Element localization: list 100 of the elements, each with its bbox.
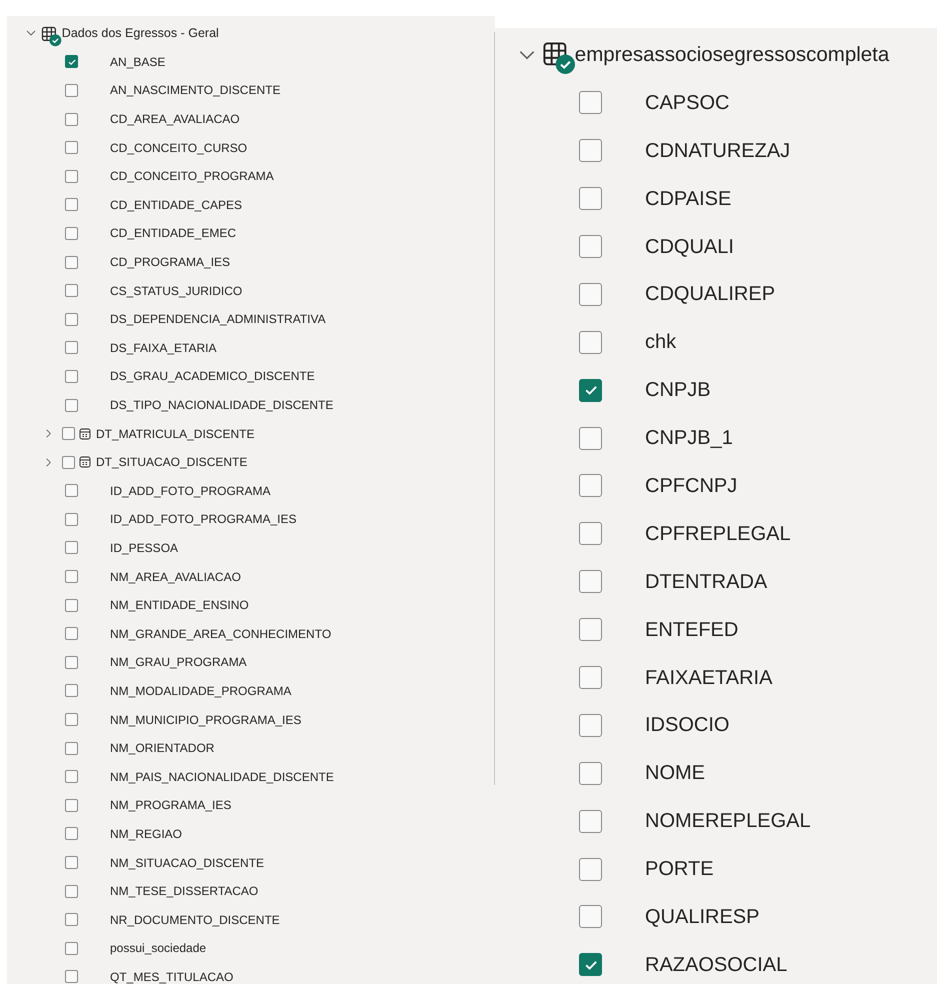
field-name[interactable]: CDQUALI	[602, 232, 734, 262]
checkbox[interactable]	[579, 474, 602, 498]
checkbox[interactable]	[62, 456, 75, 469]
field-name[interactable]: CD_ENTIDADE_CAPES	[78, 196, 242, 214]
field-name[interactable]: RAZAOSOCIAL	[602, 950, 788, 980]
checkbox[interactable]	[65, 627, 78, 640]
checkbox[interactable]	[65, 341, 78, 354]
checkbox[interactable]	[579, 714, 602, 737]
field-name[interactable]: CDPAISE	[602, 184, 732, 214]
checkbox[interactable]	[579, 378, 602, 402]
field-name[interactable]: NM_ORIENTADOR	[78, 739, 214, 758]
checkbox[interactable]	[65, 770, 78, 784]
checkbox[interactable]	[65, 256, 78, 269]
field-name[interactable]: ID_ADD_FOTO_PROGRAMA	[78, 482, 270, 500]
field-name[interactable]: CD_CONCEITO_PROGRAMA	[78, 167, 274, 186]
field-name[interactable]: CNPJB	[602, 375, 711, 406]
checkbox[interactable]	[579, 570, 602, 594]
field-name[interactable]: CD_CONCEITO_CURSO	[78, 138, 248, 157]
field-name[interactable]: NM_REGIAO	[78, 824, 182, 843]
field-name[interactable]: CDNATUREZAJ	[602, 136, 790, 166]
field-name[interactable]: NM_ENTIDADE_ENSINO	[78, 596, 249, 614]
checkbox[interactable]	[65, 512, 78, 526]
checkbox[interactable]	[65, 684, 78, 698]
checkbox[interactable]	[579, 91, 602, 114]
checkbox[interactable]	[65, 198, 78, 212]
field-name[interactable]: ID_ADD_FOTO_PROGRAMA_IES	[78, 510, 296, 528]
field-name[interactable]: QUALIRESP	[602, 902, 760, 932]
field-name[interactable]: CS_STATUS_JURIDICO	[78, 282, 242, 300]
checkbox[interactable]	[62, 427, 75, 440]
field-name[interactable]: ID_PESSOA	[78, 538, 178, 557]
checkbox[interactable]	[579, 618, 602, 642]
field-name[interactable]: NM_PROGRAMA_IES	[78, 796, 232, 814]
field-name[interactable]: ENTEFED	[602, 614, 738, 645]
field-name[interactable]: NM_MUNICIPIO_PROGRAMA_IES	[78, 710, 302, 729]
field-name[interactable]: AN_BASE	[78, 52, 166, 71]
checkbox[interactable]	[65, 170, 78, 183]
checkbox[interactable]	[579, 187, 602, 210]
table-name[interactable]: Dados dos Egressos - Geral	[62, 24, 219, 43]
table-name[interactable]: empresassociosegressoscompleta	[574, 40, 890, 70]
field-name[interactable]: DS_DEPENDENCIA_ADMINISTRATIVA	[78, 310, 326, 328]
field-name[interactable]: NM_SITUACAO_DISCENTE	[78, 854, 264, 872]
checkbox[interactable]	[579, 522, 602, 546]
checkbox[interactable]	[65, 226, 78, 240]
checkbox[interactable]	[65, 598, 78, 612]
checkbox[interactable]	[65, 970, 78, 984]
checkbox[interactable]	[65, 398, 78, 412]
checkbox[interactable]	[65, 713, 78, 726]
checkbox[interactable]	[579, 953, 602, 976]
checkbox[interactable]	[65, 370, 78, 383]
checkbox[interactable]	[65, 656, 78, 669]
field-name[interactable]: DS_TIPO_NACIONALIDADE_DISCENTE	[78, 396, 334, 414]
field-name[interactable]: CD_PROGRAMA_IES	[78, 253, 230, 272]
field-name[interactable]: CD_ENTIDADE_EMEC	[78, 224, 236, 242]
field-name[interactable]: DTENTRADA	[602, 566, 768, 597]
field-name[interactable]: DS_GRAU_ACADEMICO_DISCENTE	[78, 367, 315, 386]
field-name[interactable]: NR_DOCUMENTO_DISCENTE	[78, 910, 280, 929]
checkbox[interactable]	[65, 942, 78, 955]
checkbox[interactable]	[65, 84, 78, 97]
checkbox[interactable]	[65, 798, 78, 812]
field-name[interactable]: NM_TESE_DISSERTACAO	[78, 882, 258, 900]
checkbox[interactable]	[579, 810, 602, 833]
checkbox[interactable]	[579, 858, 602, 881]
field-name[interactable]: possui_sociedade	[78, 939, 206, 958]
checkbox[interactable]	[65, 742, 78, 755]
field-name[interactable]: DS_FAIXA_ETARIA	[78, 338, 216, 357]
checkbox[interactable]	[65, 312, 78, 326]
field-name[interactable]: CPFREPLEGAL	[602, 518, 791, 549]
field-name[interactable]: CAPSOC	[602, 88, 730, 118]
checkbox[interactable]	[65, 484, 78, 498]
checkbox[interactable]	[65, 913, 78, 926]
checkbox[interactable]	[579, 762, 602, 785]
checkbox[interactable]	[579, 426, 602, 450]
checkbox[interactable]	[65, 570, 78, 584]
checkbox[interactable]	[579, 282, 602, 306]
field-name[interactable]: CNPJB_1	[602, 423, 733, 454]
checkbox[interactable]	[579, 905, 602, 928]
field-name[interactable]: AN_NASCIMENTO_DISCENTE	[78, 81, 280, 100]
checkbox[interactable]	[65, 884, 78, 898]
field-name[interactable]: QT_MES_TITULACAO	[78, 968, 234, 984]
checkbox[interactable]	[65, 827, 78, 840]
field-name[interactable]: FAIXAETARIA	[602, 662, 772, 693]
checkbox[interactable]	[65, 55, 78, 68]
checkbox[interactable]	[579, 235, 602, 258]
field-name[interactable]: PORTE	[602, 854, 714, 884]
field-name[interactable]: NM_AREA_AVALIACAO	[78, 568, 241, 586]
checkbox[interactable]	[65, 541, 78, 554]
field-name[interactable]: DT_SITUACAO_DISCENTE	[96, 453, 248, 472]
checkbox[interactable]	[65, 141, 78, 154]
checkbox[interactable]	[579, 139, 602, 162]
field-name[interactable]: CPFCNPJ	[602, 470, 738, 501]
checkbox[interactable]	[579, 666, 602, 690]
field-name[interactable]: chk	[602, 327, 676, 358]
field-name[interactable]: DT_MATRICULA_DISCENTE	[96, 424, 254, 443]
checkbox[interactable]	[65, 856, 78, 870]
field-name[interactable]: NOMEREPLEGAL	[602, 806, 811, 836]
field-name[interactable]: NM_PAIS_NACIONALIDADE_DISCENTE	[78, 768, 334, 786]
field-name[interactable]: NM_MODALIDADE_PROGRAMA	[78, 682, 292, 700]
checkbox[interactable]	[65, 284, 78, 298]
checkbox[interactable]	[65, 112, 78, 126]
field-name[interactable]: IDSOCIO	[602, 710, 730, 740]
